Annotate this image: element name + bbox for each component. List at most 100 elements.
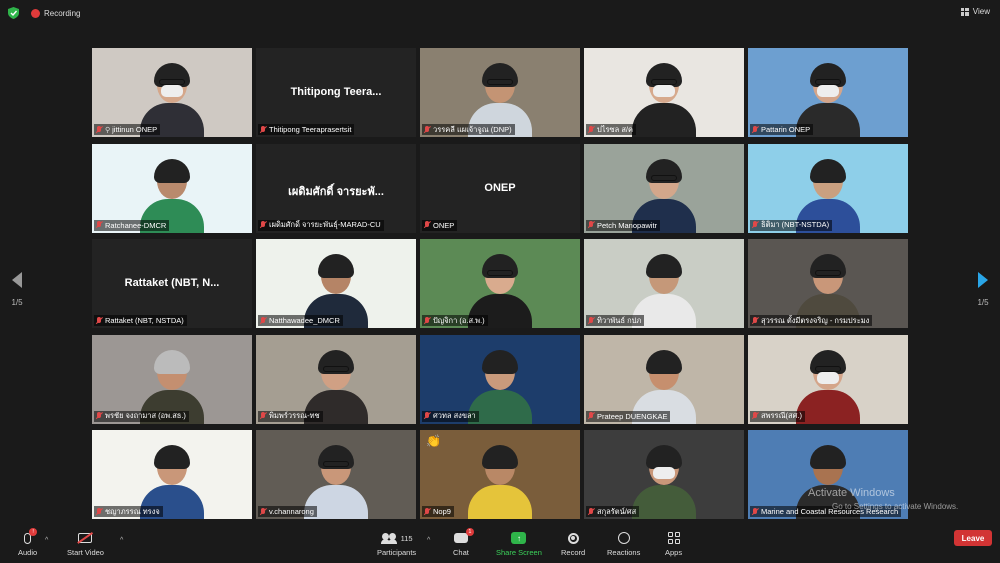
participant-name-label: Rattaket (NBT, NSTDA) [94,315,187,326]
participant-name: Rattaket (NBT, NSTDA) [105,316,184,325]
participant-name: ONEP [433,220,455,230]
participant-video-tile[interactable]: พิมพร์วรรณ-ทช [256,334,416,424]
arrow-right-icon [978,272,988,288]
participants-button[interactable]: 115 Participants [377,531,416,557]
muted-mic-icon [259,221,267,229]
muted-mic-icon [423,412,431,420]
audio-options-caret-icon[interactable]: ^ [45,537,48,544]
participant-video-tile[interactable]: Natthawadee_DMCR [256,239,416,328]
record-button[interactable]: Record [561,531,585,557]
watermark-subtitle: Go to Settings to activate Windows. [832,502,959,511]
muted-mic-icon [259,412,267,420]
share-icon-wrap: ↑ [511,531,527,545]
clapping-reaction-icon: 👏 [426,434,441,448]
participant-name-label: Petch Manopawitr [586,219,661,231]
audio-button[interactable]: ! Audio [18,528,38,557]
participant-name-label: ปัญจิกา (อ.ส.พ.) [422,315,488,326]
muted-mic-icon [587,412,595,420]
participant-name: v.channarong [269,507,314,516]
record-icon [567,532,579,544]
security-shield-icon[interactable] [8,7,19,19]
participant-video-tile[interactable]: ธิติมา (NBT-NSTDA) [748,143,908,233]
participant-video-tile[interactable]: Pattarin ONEP [748,48,908,137]
audio-label: Audio [18,548,38,557]
record-label: Record [561,548,586,557]
muted-mic-icon [95,221,103,229]
start-video-label: Start Video [67,548,104,557]
muted-mic-icon [423,507,431,516]
participant-video-tile[interactable]: ชญาภรรณ ทรงจ [92,430,252,519]
share-screen-icon: ↑ [511,532,527,544]
participant-video-tile[interactable]: ศวทล สงขลา [420,334,580,424]
participant-video-tile[interactable]: ปัญจิกา (อ.ส.พ.) [420,239,580,328]
participant-video-tile[interactable]: สพรรณี(สศ.) [748,334,908,424]
participant-video-tile[interactable]: เผดิมศักดิ์ จารยะพั... เผดิมศักดิ์ จารยะพ… [256,143,416,233]
participant-name-label: Prateep DUENGKAE [586,410,671,422]
camera-icon-wrap [78,531,93,545]
participant-video-tile[interactable]: ⚲ jittinun ONEP [92,48,252,137]
participant-figure [465,439,535,519]
leave-button[interactable]: Leave [954,530,992,546]
participant-video-tile[interactable]: ทิวาพันธ์ กปภ [584,239,744,328]
watermark-title: Activate Windows [808,487,895,499]
participant-name-label: ⚲ jittinun ONEP [94,124,161,135]
muted-mic-icon [587,221,595,229]
participant-name: Petch Manopawitr [597,220,658,230]
muted-mic-icon [587,507,595,516]
audio-alert-badge: ! [29,528,38,536]
muted-mic-icon [423,221,431,229]
video-gallery: ⚲ jittinun ONEP Thitipong Teera... Thitipon… [92,48,908,519]
participant-name-label: ศวทล สงขลา [422,410,479,422]
participant-video-tile[interactable]: v.channarong [256,430,416,519]
apps-button[interactable]: Apps [665,531,682,557]
participant-video-tile[interactable]: 👏 Nop9 [420,430,580,519]
muted-mic-icon [423,316,431,325]
participant-name-label: Nop9 [422,506,454,517]
participant-display-name: ONEP [484,181,516,194]
record-icon-wrap [567,531,579,545]
participant-video-tile[interactable]: Thitipong Teera... Thitipong Teeraprasert… [256,48,416,137]
participants-options-caret-icon[interactable]: ^ [427,537,430,544]
participant-name-label: สกุลรัตน์/ศส [586,506,640,517]
view-label: View [972,7,990,16]
participant-name: Prateep DUENGKAE [597,411,668,421]
participant-name-label: Thitipong Teeraprasertsit [258,124,355,135]
participant-video-tile[interactable]: ONEP ONEP [420,143,580,233]
chat-button[interactable]: 1 Chat [453,528,474,557]
start-video-button[interactable]: Start Video [67,531,104,557]
participant-video-tile[interactable]: Rattaket (NBT, N... Rattaket (NBT, NSTDA) [92,239,252,328]
muted-mic-icon [751,221,759,229]
participant-figure [629,57,699,137]
participant-video-tile[interactable]: วรรคลี แผเจ้าจูณ (DNP) [420,48,580,137]
participant-name-label: ONEP [422,219,458,231]
reactions-button[interactable]: Reactions [607,531,640,557]
participant-video-tile[interactable]: Ratchanee-DMCR [92,143,252,233]
reactions-label: Reactions [607,548,641,557]
participant-video-tile[interactable]: Petch Manopawitr [584,143,744,233]
reactions-icon-wrap [617,531,630,545]
participant-name-label: Pattarin ONEP [750,124,814,135]
previous-page-button[interactable]: 1/5 [10,272,24,307]
participant-name: พรชัย จงถามาส (อพ.สธ.) [105,411,186,420]
participant-video-tile[interactable]: Prateep DUENGKAE [584,334,744,424]
muted-mic-icon [95,507,103,516]
next-page-button[interactable]: 1/5 [976,272,990,307]
video-options-caret-icon[interactable]: ^ [120,537,123,544]
participant-video-tile[interactable]: สกุลรัตน์/ศส [584,430,744,519]
view-button[interactable]: View [960,7,990,16]
muted-mic-icon [259,316,267,325]
activate-windows-watermark: Activate Windows Go to Settings to activ… [808,486,958,514]
participant-name-label: Ratchanee-DMCR [94,219,170,231]
apps-icon [667,532,680,544]
participant-name: Thitipong Teeraprasertsit [269,125,352,134]
participant-name: สุวรรณ ตั้งมีตรงจริญ - กรมประมง [761,315,870,325]
arrow-left-icon [12,272,22,288]
participant-video-tile[interactable]: ปไรซล ส/ค [584,48,744,137]
chat-icon [453,533,468,543]
muted-mic-icon [751,316,759,325]
participant-video-tile[interactable]: สุวรรณ ตั้งมีตรงจริญ - กรมประมง [748,239,908,328]
meeting-toolbar: ! Audio ^ Start Video ^ 115 Participants… [0,527,1000,563]
muted-mic-icon [423,125,431,134]
share-screen-button[interactable]: ↑ Share Screen [496,531,542,557]
participant-video-tile[interactable]: พรชัย จงถามาส (อพ.สธ.) [92,334,252,424]
